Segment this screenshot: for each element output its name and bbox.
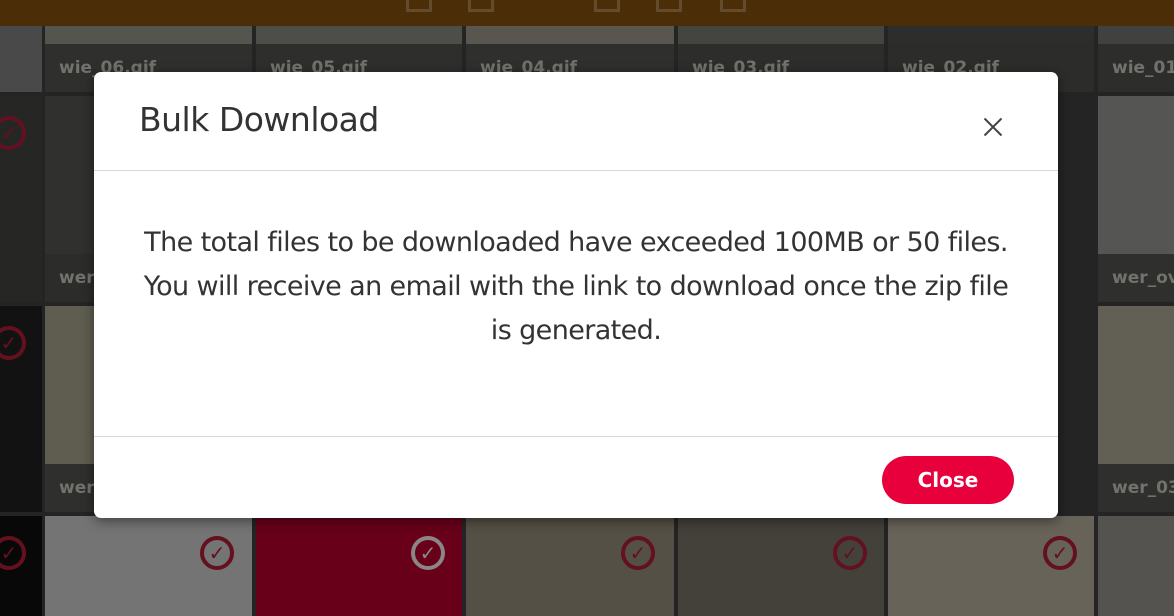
close-icon[interactable]	[978, 112, 1008, 142]
close-button[interactable]: Close	[882, 456, 1014, 504]
dialog-title: Bulk Download	[139, 100, 379, 139]
bulk-download-dialog: Bulk Download The total files to be down…	[94, 72, 1058, 518]
dialog-message: The total files to be downloaded have ex…	[143, 227, 1009, 346]
dialog-body: The total files to be downloaded have ex…	[94, 171, 1058, 437]
dialog-header: Bulk Download	[94, 72, 1058, 171]
